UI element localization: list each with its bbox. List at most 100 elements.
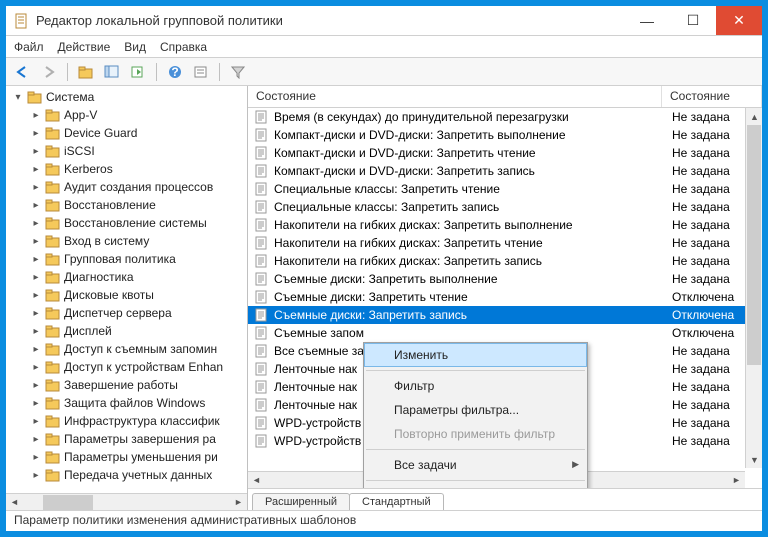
tree-item-label: Вход в систему bbox=[64, 234, 149, 248]
list-panel: Состояние Состояние Время (в секундах) д… bbox=[248, 86, 762, 510]
ctx-filter[interactable]: Фильтр bbox=[364, 374, 587, 398]
folder-icon bbox=[45, 252, 61, 266]
policy-icon bbox=[254, 200, 270, 214]
tree-item[interactable]: ▸Вход в систему bbox=[6, 232, 247, 250]
folder-icon bbox=[45, 162, 61, 176]
ctx-all-tasks[interactable]: Все задачи▶ bbox=[364, 453, 587, 477]
folder-icon bbox=[45, 396, 61, 410]
list-row[interactable]: Компакт-диски и DVD-диски: Запретить чте… bbox=[248, 144, 762, 162]
folder-icon bbox=[45, 198, 61, 212]
ctx-filter-params[interactable]: Параметры фильтра... bbox=[364, 398, 587, 422]
folder-icon bbox=[45, 378, 61, 392]
list-row-text: Компакт-диски и DVD-диски: Запретить вып… bbox=[274, 128, 666, 142]
list-row[interactable]: Съемные диски: Запретить чтениеОтключена bbox=[248, 288, 762, 306]
list-row-text: Компакт-диски и DVD-диски: Запретить чте… bbox=[274, 146, 666, 160]
minimize-button[interactable]: — bbox=[624, 6, 670, 35]
menubar: Файл Действие Вид Справка bbox=[6, 36, 762, 58]
tree-item[interactable]: ▸Инфраструктура классифик bbox=[6, 412, 247, 430]
tree-item-label: Восстановление bbox=[64, 198, 156, 212]
list-row[interactable]: Съемные диски: Запретить записьОтключена bbox=[248, 306, 762, 324]
ctx-edit[interactable]: Изменить bbox=[364, 343, 587, 367]
tab-extended[interactable]: Расширенный bbox=[252, 493, 350, 510]
policy-icon bbox=[254, 344, 270, 358]
tree-item[interactable]: ▸Параметры завершения ра bbox=[6, 430, 247, 448]
tree-item-label: Дисковые квоты bbox=[64, 288, 154, 302]
list-vscroll[interactable]: ▲ ▼ bbox=[745, 108, 762, 468]
tree-item-label: Kerberos bbox=[64, 162, 113, 176]
list-row[interactable]: Специальные классы: Запретить чтениеНе з… bbox=[248, 180, 762, 198]
list-row-text: Компакт-диски и DVD-диски: Запретить зап… bbox=[274, 164, 666, 178]
tree-item-label: Защита файлов Windows bbox=[64, 396, 205, 410]
list-row-text: Накопители на гибких дисках: Запретить ч… bbox=[274, 236, 666, 250]
tree-item[interactable]: ▸Групповая политика bbox=[6, 250, 247, 268]
export-icon[interactable] bbox=[127, 61, 149, 83]
tree-item-label: Восстановление системы bbox=[64, 216, 207, 230]
tree-item[interactable]: ▸Диспетчер сервера bbox=[6, 304, 247, 322]
up-folder-icon[interactable] bbox=[75, 61, 97, 83]
app-window: Редактор локальной групповой политики — … bbox=[5, 5, 763, 532]
tree-item-label: Завершение работы bbox=[64, 378, 178, 392]
tree-item-label: Групповая политика bbox=[64, 252, 176, 266]
maximize-button[interactable]: ☐ bbox=[670, 6, 716, 35]
tree-item[interactable]: ▸Kerberos bbox=[6, 160, 247, 178]
tree-root[interactable]: ▾Система bbox=[6, 88, 247, 106]
panel-icon[interactable] bbox=[101, 61, 123, 83]
tree-item-label: Доступ к съемным запомин bbox=[64, 342, 217, 356]
properties-icon[interactable] bbox=[190, 61, 212, 83]
list-row-text: Специальные классы: Запретить чтение bbox=[274, 182, 666, 196]
list-row[interactable]: Накопители на гибких дисках: Запретить з… bbox=[248, 252, 762, 270]
tree-item[interactable]: ▸Дисковые квоты bbox=[6, 286, 247, 304]
list-row[interactable]: Съемные диски: Запретить выполнениеНе за… bbox=[248, 270, 762, 288]
folder-icon bbox=[45, 180, 61, 194]
app-icon bbox=[14, 13, 30, 29]
list-row-text: Съемные диски: Запретить запись bbox=[274, 308, 666, 322]
menu-help[interactable]: Справка bbox=[160, 40, 207, 54]
menu-view[interactable]: Вид bbox=[124, 40, 146, 54]
tree-item[interactable]: ▸iSCSI bbox=[6, 142, 247, 160]
tree-item[interactable]: ▸Доступ к съемным запомин bbox=[6, 340, 247, 358]
list-row[interactable]: Время (в секундах) до принудительной пер… bbox=[248, 108, 762, 126]
list-row[interactable]: Накопители на гибких дисках: Запретить в… bbox=[248, 216, 762, 234]
tree-item[interactable]: ▸Доступ к устройствам Enhan bbox=[6, 358, 247, 376]
list-row[interactable]: Компакт-диски и DVD-диски: Запретить вып… bbox=[248, 126, 762, 144]
tree-hscroll[interactable]: ◄► bbox=[6, 493, 247, 510]
status-bar: Параметр политики изменения администрати… bbox=[6, 511, 762, 531]
policy-icon bbox=[254, 272, 270, 286]
folder-icon bbox=[45, 432, 61, 446]
folder-icon bbox=[45, 324, 61, 338]
list-row[interactable]: Накопители на гибких дисках: Запретить ч… bbox=[248, 234, 762, 252]
tree-item[interactable]: ▸Восстановление системы bbox=[6, 214, 247, 232]
help-icon[interactable]: ? bbox=[164, 61, 186, 83]
back-button[interactable] bbox=[12, 61, 34, 83]
col-name[interactable]: Состояние bbox=[248, 86, 662, 107]
col-state[interactable]: Состояние bbox=[662, 86, 762, 107]
tree-item-label: Доступ к устройствам Enhan bbox=[64, 360, 223, 374]
policy-icon bbox=[254, 164, 270, 178]
tree-item[interactable]: ▸Защита файлов Windows bbox=[6, 394, 247, 412]
ctx-help[interactable]: Справка bbox=[364, 484, 587, 488]
forward-button[interactable] bbox=[38, 61, 60, 83]
tree-item[interactable]: ▸Восстановление bbox=[6, 196, 247, 214]
tree-item[interactable]: ▸Параметры уменьшения ри bbox=[6, 448, 247, 466]
list-row[interactable]: Специальные классы: Запретить записьНе з… bbox=[248, 198, 762, 216]
policy-icon bbox=[254, 146, 270, 160]
list-row[interactable]: Съемные запомОтключена bbox=[248, 324, 762, 342]
menu-action[interactable]: Действие bbox=[58, 40, 111, 54]
tree-item[interactable]: ▸Device Guard bbox=[6, 124, 247, 142]
tree-item[interactable]: ▸Дисплей bbox=[6, 322, 247, 340]
tree-item[interactable]: ▸Аудит создания процессов bbox=[6, 178, 247, 196]
tree-item[interactable]: ▸App-V bbox=[6, 106, 247, 124]
tree-item[interactable]: ▸Завершение работы bbox=[6, 376, 247, 394]
list-row[interactable]: Компакт-диски и DVD-диски: Запретить зап… bbox=[248, 162, 762, 180]
list-header: Состояние Состояние bbox=[248, 86, 762, 108]
tab-standard[interactable]: Стандартный bbox=[349, 493, 444, 510]
menu-file[interactable]: Файл bbox=[14, 40, 44, 54]
tree-item[interactable]: ▸Диагностика bbox=[6, 268, 247, 286]
close-button[interactable]: ✕ bbox=[716, 6, 762, 35]
tree-item[interactable]: ▸Передача учетных данных bbox=[6, 466, 247, 484]
policy-icon bbox=[254, 182, 270, 196]
filter-icon[interactable] bbox=[227, 61, 249, 83]
policy-icon bbox=[254, 398, 270, 412]
policy-icon bbox=[254, 290, 270, 304]
tree-item-label: Диагностика bbox=[64, 270, 134, 284]
